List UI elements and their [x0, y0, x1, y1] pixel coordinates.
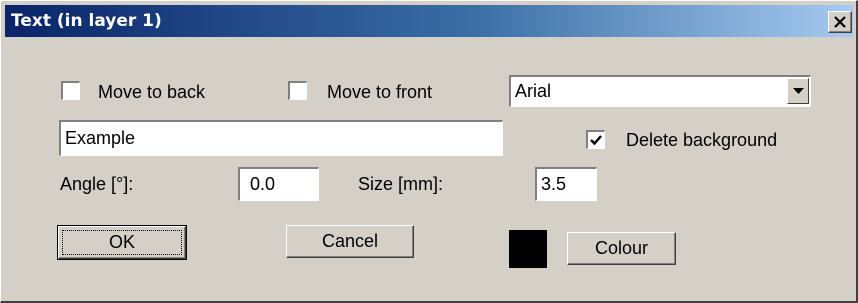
- title-bar[interactable]: Text (in layer 1): [5, 5, 853, 37]
- delete-background-checkbox[interactable]: [586, 130, 605, 149]
- size-value: 3.5: [541, 174, 567, 194]
- colour-button[interactable]: Colour: [567, 232, 676, 265]
- angle-input[interactable]: 0.0: [238, 167, 319, 201]
- font-select[interactable]: Arial: [509, 75, 811, 107]
- text-input[interactable]: Example: [59, 120, 503, 156]
- colour-button-label: Colour: [594, 238, 649, 258]
- move-to-back-checkbox[interactable]: [61, 81, 80, 100]
- checkmark-icon: [590, 135, 602, 146]
- font-select-value: Arial: [515, 81, 552, 101]
- cancel-button[interactable]: Cancel: [286, 225, 414, 258]
- size-input[interactable]: 3.5: [535, 167, 597, 201]
- move-to-front-checkbox[interactable]: [288, 81, 307, 100]
- angle-label: Angle [°]:: [60, 174, 134, 194]
- angle-value: 0.0: [250, 174, 276, 194]
- text-input-value: Example: [65, 128, 136, 148]
- size-label: Size [mm]:: [358, 174, 444, 194]
- chevron-down-icon: [793, 88, 804, 94]
- text-dialog: Text (in layer 1) Move to back Move to f…: [0, 0, 858, 303]
- window-title: Text (in layer 1): [11, 11, 162, 31]
- close-button[interactable]: [828, 11, 852, 33]
- font-dropdown-button[interactable]: [787, 78, 809, 104]
- cancel-button-label: Cancel: [321, 231, 379, 251]
- delete-background-label: Delete background: [626, 130, 778, 150]
- colour-swatch: [509, 230, 547, 268]
- move-to-front-label: Move to front: [327, 82, 433, 102]
- move-to-back-label: Move to back: [98, 82, 206, 102]
- ok-button-label: OK: [108, 232, 135, 252]
- ok-button[interactable]: OK: [57, 225, 187, 260]
- close-icon: [834, 16, 846, 28]
